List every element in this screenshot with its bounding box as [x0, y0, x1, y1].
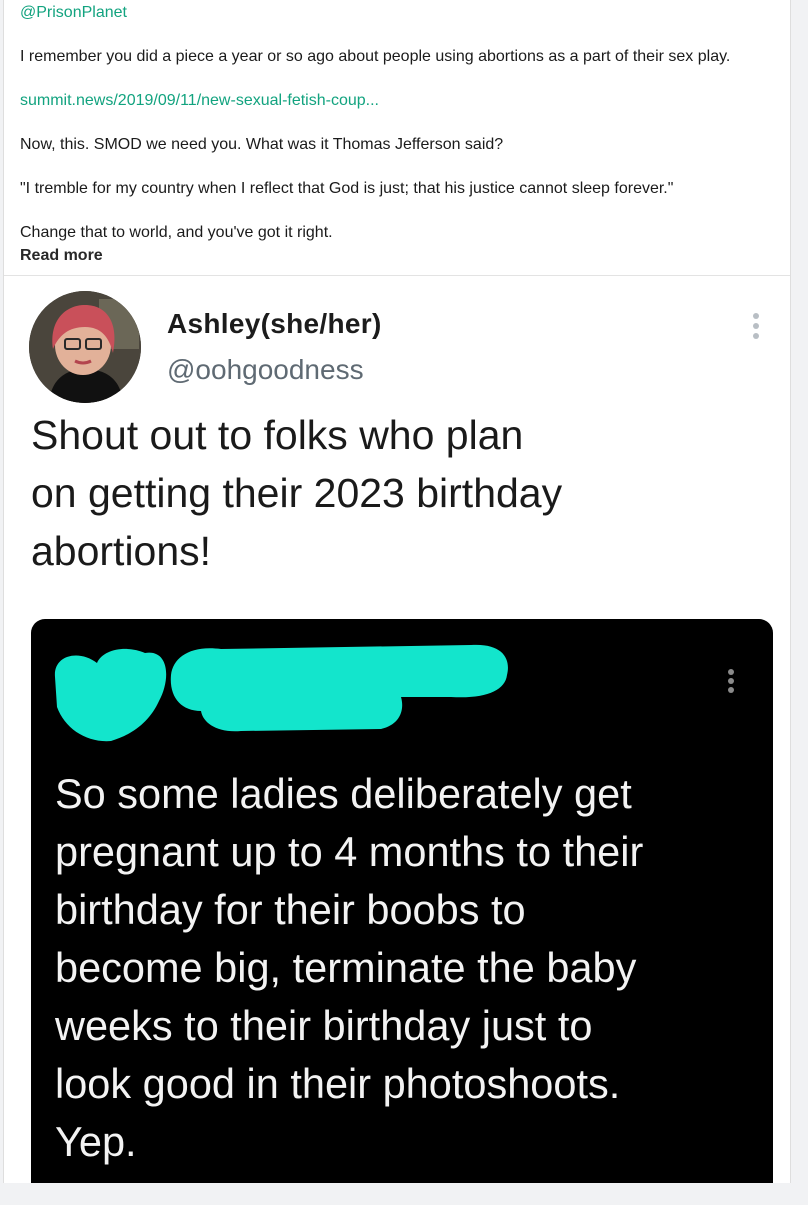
author-handle: @oohgoodness [167, 354, 364, 385]
tweet-text: Shout out to folks who plan on getting t… [31, 412, 563, 574]
page-background [0, 1183, 808, 1205]
mention-link[interactable]: @PrisonPlanet [20, 2, 127, 24]
tweet-screenshot: Ashley(she/her) @oohgoodness Shout out t… [4, 276, 790, 1183]
answer-card: @PrisonPlanet I remember you did a piece… [3, 0, 791, 1183]
redaction-mark [54, 644, 508, 742]
paragraph: Change that to world, and you've got it … [20, 224, 333, 241]
more-vertical-icon[interactable] [748, 310, 764, 346]
paragraph: Now, this. SMOD we need you. What was it… [20, 136, 504, 153]
author-name: Ashley(she/her) [167, 308, 382, 339]
article-link[interactable]: summit.news/2019/09/11/new-sexual-fetish… [20, 90, 379, 112]
more-vertical-icon [724, 667, 738, 699]
embedded-tweet-text: So some ladies deliberately get pregnant… [55, 770, 644, 1165]
quote-paragraph: "I tremble for my country when I reflect… [20, 180, 674, 197]
paragraph: I remember you did a piece a year or so … [20, 48, 731, 65]
avatar-photo [29, 291, 141, 403]
read-more-button[interactable]: Read more [20, 245, 103, 267]
embedded-tweet: So some ladies deliberately get pregnant… [31, 619, 773, 1183]
avatar [29, 291, 141, 403]
